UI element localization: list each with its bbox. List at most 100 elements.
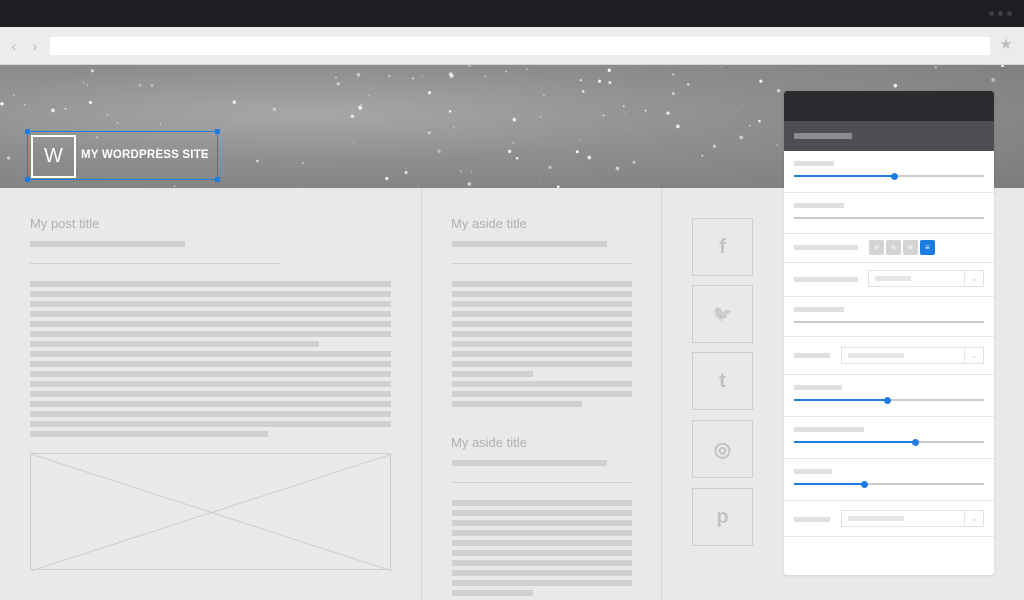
select-dropdown[interactable]: ⌄ bbox=[841, 347, 984, 364]
align-center-button[interactable]: ≡ bbox=[886, 240, 901, 255]
text-line-placeholder bbox=[452, 560, 632, 566]
slider[interactable] bbox=[794, 480, 984, 488]
text-line-placeholder bbox=[452, 361, 632, 367]
text-line-placeholder bbox=[30, 431, 269, 437]
align-justify-icon: ≡ bbox=[925, 243, 930, 252]
chevron-left-icon: ‹ bbox=[11, 38, 17, 54]
text-line-placeholder bbox=[452, 331, 632, 337]
text-line-placeholder bbox=[452, 570, 632, 576]
dribbble-button[interactable]: ◎ bbox=[692, 420, 753, 478]
setting-row bbox=[784, 151, 994, 193]
text-line-placeholder bbox=[30, 371, 391, 377]
window-menu-icon[interactable] bbox=[989, 11, 1012, 16]
back-button[interactable]: ‹ bbox=[8, 38, 20, 54]
aside-separator bbox=[452, 482, 632, 483]
text-line-placeholder bbox=[30, 411, 391, 417]
chevron-down-icon: ⌄ bbox=[964, 511, 983, 526]
select-value-placeholder bbox=[875, 276, 911, 281]
twitter-button[interactable]: 🐦 bbox=[692, 285, 753, 343]
setting-label bbox=[794, 385, 842, 390]
text-line-placeholder bbox=[452, 291, 632, 297]
aside-meta-placeholder bbox=[452, 460, 607, 466]
facebook-button[interactable]: f bbox=[692, 218, 753, 276]
text-field[interactable] bbox=[794, 321, 984, 323]
align-left-icon: ≡ bbox=[874, 243, 879, 252]
slider-handle[interactable] bbox=[891, 172, 899, 180]
text-line-placeholder bbox=[30, 301, 391, 307]
text-line-placeholder bbox=[452, 540, 632, 546]
select-value-placeholder bbox=[848, 516, 904, 521]
setting-label bbox=[794, 307, 844, 312]
text-line-placeholder bbox=[452, 381, 632, 387]
text-line-placeholder bbox=[30, 381, 391, 387]
setting-row bbox=[784, 193, 994, 234]
pinterest-button[interactable]: p bbox=[692, 488, 753, 546]
twitter-icon: 🐦 bbox=[712, 306, 733, 323]
setting-row bbox=[784, 375, 994, 417]
setting-row: ⌄ bbox=[784, 501, 994, 537]
slider-handle[interactable] bbox=[883, 396, 891, 404]
select-dropdown[interactable]: ⌄ bbox=[841, 510, 984, 527]
slider-fill bbox=[794, 483, 865, 485]
panel-section-header[interactable] bbox=[784, 121, 994, 151]
bookmark-button[interactable]: ★ bbox=[998, 36, 1014, 54]
setting-label bbox=[794, 277, 858, 282]
select-dropdown[interactable]: ⌄ bbox=[868, 270, 984, 287]
text-line-placeholder bbox=[452, 301, 632, 307]
slider-handle[interactable] bbox=[860, 480, 868, 488]
text-line-placeholder bbox=[30, 331, 391, 337]
setting-label bbox=[794, 427, 864, 432]
browser-titlebar bbox=[0, 0, 1024, 27]
aside-separator bbox=[452, 263, 632, 264]
setting-label bbox=[794, 203, 844, 208]
panel-header[interactable] bbox=[784, 91, 994, 121]
slider[interactable] bbox=[794, 396, 984, 404]
text-line-placeholder bbox=[452, 401, 582, 407]
text-line-placeholder bbox=[30, 311, 391, 317]
text-line-placeholder bbox=[30, 361, 391, 367]
align-center-icon: ≡ bbox=[891, 243, 896, 252]
dribbble-icon: ◎ bbox=[713, 438, 732, 461]
text-line-placeholder bbox=[30, 401, 391, 407]
section-title-placeholder bbox=[794, 133, 852, 139]
text-line-placeholder bbox=[452, 590, 533, 596]
browser-toolbar: ‹ › ★ bbox=[0, 27, 1024, 65]
slider-fill bbox=[794, 399, 888, 401]
slider-handle[interactable] bbox=[912, 438, 920, 446]
tumblr-icon: t bbox=[719, 369, 726, 392]
text-line-placeholder bbox=[30, 341, 319, 347]
setting-label bbox=[794, 353, 830, 358]
slider[interactable] bbox=[794, 438, 984, 446]
tumblr-button[interactable]: t bbox=[692, 352, 753, 410]
text-line-placeholder bbox=[452, 500, 632, 506]
text-line-placeholder bbox=[452, 351, 632, 357]
select-value-placeholder bbox=[848, 353, 904, 358]
column-divider bbox=[421, 188, 422, 600]
text-line-placeholder bbox=[452, 311, 632, 317]
setting-label bbox=[794, 245, 858, 250]
post-separator bbox=[30, 263, 281, 264]
setting-row: ⌄ bbox=[784, 337, 994, 375]
post-title: My post title bbox=[30, 216, 100, 231]
image-placeholder bbox=[30, 453, 392, 571]
facebook-icon: f bbox=[719, 235, 726, 258]
setting-label bbox=[794, 469, 832, 474]
text-line-placeholder bbox=[452, 391, 632, 397]
address-bar[interactable] bbox=[50, 37, 990, 55]
site-logo-selection[interactable]: W MY WORDPRESS SITE bbox=[25, 129, 220, 182]
text-line-placeholder bbox=[452, 281, 632, 287]
image-placeholder-cross bbox=[31, 454, 392, 571]
forward-button[interactable]: › bbox=[29, 38, 41, 54]
text-field[interactable] bbox=[794, 217, 984, 219]
site-title: MY WORDPRESS SITE bbox=[81, 149, 209, 161]
slider-fill bbox=[794, 441, 916, 443]
text-line-placeholder bbox=[452, 341, 632, 347]
align-right-button[interactable]: ≡ bbox=[903, 240, 918, 255]
aside-title: My aside title bbox=[451, 216, 527, 231]
align-left-button[interactable]: ≡ bbox=[869, 240, 884, 255]
align-justify-button[interactable]: ≡ bbox=[920, 240, 935, 255]
setting-label bbox=[794, 517, 830, 522]
slider[interactable] bbox=[794, 172, 984, 180]
setting-row bbox=[784, 417, 994, 459]
text-line-placeholder bbox=[452, 580, 632, 586]
